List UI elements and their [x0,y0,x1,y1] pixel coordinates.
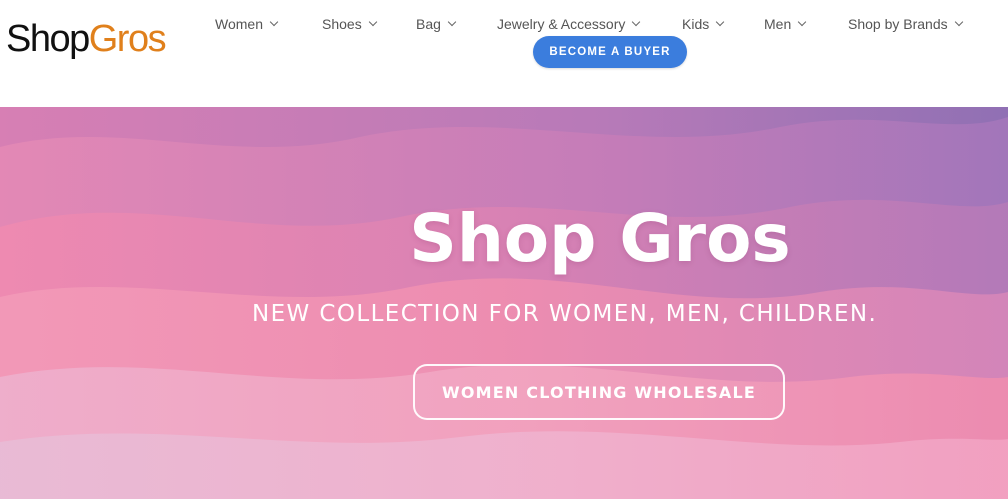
nav-item-label: Shoes [322,16,362,32]
nav-item-kids[interactable]: Kids [682,13,725,35]
nav-item-label: Kids [682,16,710,32]
site-header: Shop Gros Women Shoes Bag Jewelry & Acces… [0,0,1008,107]
nav-item-label: Women [215,16,263,32]
nav-item-label: Shop by Brands [848,16,948,32]
hero-banner: Shop Gros NEW COLLECTION FOR WOMEN, MEN,… [0,107,1008,499]
become-a-buyer-button[interactable]: BECOME A BUYER [533,36,687,68]
nav-item-jewelry-accessory[interactable]: Jewelry & Accessory [497,13,641,35]
chevron-down-icon [954,17,963,27]
nav-item-shoes[interactable]: Shoes [322,13,377,35]
chevron-down-icon [632,17,641,27]
nav-item-women[interactable]: Women [215,13,279,35]
women-clothing-wholesale-button[interactable]: WOMEN CLOTHING WHOLESALE [413,364,785,420]
chevron-down-icon [269,17,279,27]
nav-item-bag[interactable]: Bag [416,13,457,35]
chevron-down-icon [797,17,807,27]
chevron-down-icon [715,17,725,27]
hero-subtitle: NEW COLLECTION FOR WOMEN, MEN, CHILDREN. [252,301,878,327]
nav-item-men[interactable]: Men [764,13,807,35]
chevron-down-icon [447,17,457,27]
nav-item-shop-by-brands[interactable]: Shop by Brands [848,13,963,35]
nav-item-label: Jewelry & Accessory [497,16,626,32]
hero-title: Shop Gros [409,200,791,277]
main-nav: Women Shoes Bag Jewelry & Accessory Kids… [0,13,1008,35]
nav-item-label: Bag [416,16,441,32]
chevron-down-icon [368,17,377,27]
nav-item-label: Men [764,16,792,32]
